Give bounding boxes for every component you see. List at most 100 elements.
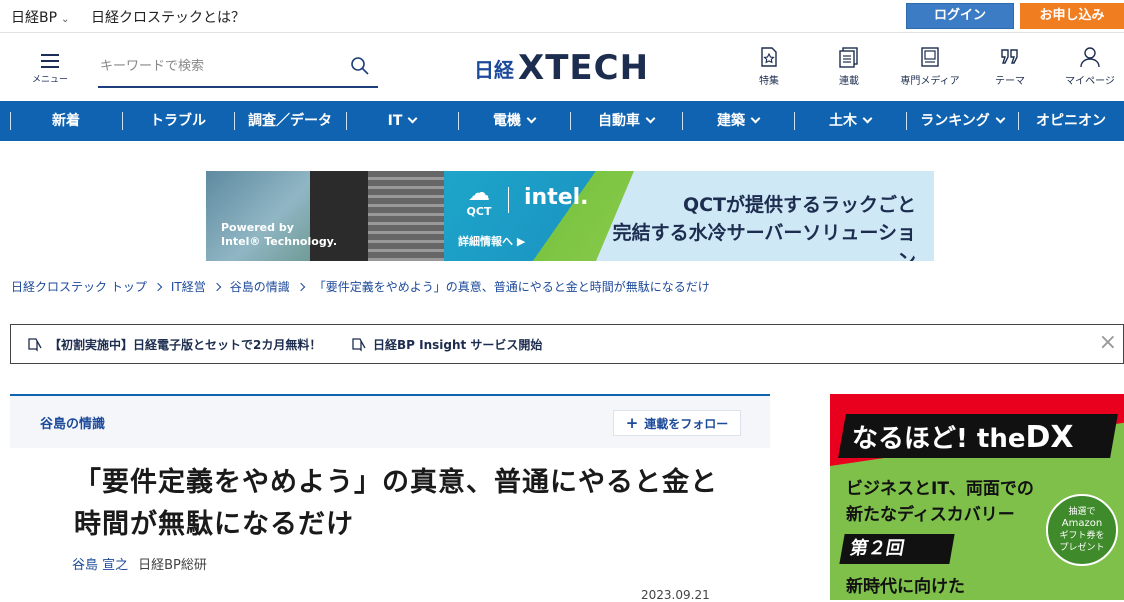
search-icon[interactable] — [350, 56, 370, 76]
breadcrumb-item[interactable]: 日経クロステック トップ — [11, 280, 147, 294]
header-nav-feature[interactable]: 特集 — [734, 46, 804, 87]
notice-bar: 【初割実施中】日経電子版とセットで2カ月無料！ 日経BP Insight サービ… — [10, 324, 1124, 364]
close-icon[interactable]: × — [1099, 331, 1117, 355]
author-org: 日経BP総研 — [138, 558, 207, 573]
nav-item-research[interactable]: 調査／データ — [234, 101, 346, 141]
ad-copy-line: ビジネスとIT、両面での — [846, 479, 1034, 499]
nav-item-label: 土木 — [829, 113, 857, 129]
ad-episode-label: 第２回 — [839, 534, 955, 564]
banner-copy-line: QCTが提供するラックごと — [682, 194, 916, 216]
header-nav-label: テーマ — [995, 76, 1025, 87]
breadcrumb: 日経クロステック トップ IT経営 谷島の情識 「要件定義をやめよう」の真意、普通にや… — [11, 278, 710, 295]
login-button[interactable]: ログイン — [906, 3, 1014, 29]
qct-label: QCT — [466, 205, 492, 218]
article-card: 谷島の情識 + 連載をフォロー 「要件定義をやめよう」の真意、普通にやると金と時間… — [10, 394, 770, 602]
chevron-down-icon — [526, 113, 537, 124]
nav-item-architecture[interactable]: 建築 — [682, 101, 794, 141]
chevron-down-icon — [750, 113, 761, 124]
notice-item[interactable]: 日経BP Insight サービス開始 — [351, 336, 542, 353]
breadcrumb-item[interactable]: 「要件定義をやめよう」の真意、普通にやると金と時間が無駄になるだけ — [314, 280, 710, 294]
nav-item-label: IT — [387, 113, 403, 129]
nav-item-civil[interactable]: 土木 — [794, 101, 906, 141]
cloud-icon: ☁ — [468, 181, 490, 206]
search-box — [98, 50, 378, 88]
quote-icon — [1001, 49, 1018, 64]
byline: 谷島 宣之 日経BP総研 — [72, 554, 207, 573]
logo-main: XTECH — [518, 48, 650, 88]
site-header: メニュー 日経 XTECH 特集 連載 — [0, 34, 1124, 100]
series-name[interactable]: 谷島の情識 — [40, 413, 105, 432]
header-nav-label: 特集 — [759, 76, 779, 87]
nav-item-it[interactable]: IT — [346, 101, 458, 141]
intel-logo: intel. — [524, 185, 589, 210]
chevron-right-icon — [212, 282, 221, 292]
ad-copy-line: 新時代に向けた — [846, 577, 965, 597]
search-input[interactable] — [98, 50, 338, 82]
document-icon — [839, 47, 858, 68]
nav-item-label: 建築 — [717, 113, 745, 129]
book-icon — [28, 338, 42, 352]
nav-item-label: 自動車 — [598, 113, 640, 129]
badge-line: 抽選で — [1068, 507, 1096, 517]
ad-brand-dx: DX — [1025, 420, 1074, 455]
ad-gift-badge: 抽選で Amazon ギフト券を プレゼント — [1046, 494, 1118, 566]
side-ad[interactable]: なるほど! theDX ビジネスとIT、両面での 新たなディスカバリー 抽選で … — [830, 394, 1124, 600]
header-nav-label: 専門メディア — [900, 76, 960, 87]
nav-item-automotive[interactable]: 自動車 — [570, 101, 682, 141]
follow-series-button[interactable]: + 連載をフォロー — [613, 410, 741, 436]
banner-powered-line: Intel® Technology. — [221, 235, 338, 248]
article-title: 「要件定義をやめよう」の真意、普通にやると金と時間が無駄になるだけ — [74, 467, 718, 540]
menu-label: メニュー — [31, 75, 68, 85]
header-nav-media[interactable]: 専門メディア — [895, 46, 965, 87]
header-nav-series[interactable]: 連載 — [814, 46, 884, 87]
nav-item-electronics[interactable]: 電機 — [458, 101, 570, 141]
breadcrumb-item[interactable]: 谷島の情識 — [230, 280, 290, 294]
nav-item-label: 電機 — [493, 113, 521, 129]
notice-text: 【初割実施中】日経電子版とセットで2カ月無料！ — [49, 338, 322, 352]
user-icon — [1080, 47, 1100, 68]
ad-copy-line: 新たなディスカバリー — [846, 505, 1015, 525]
nav-item-trouble[interactable]: トラブル — [122, 101, 234, 141]
author-link[interactable]: 谷島 宣之 — [72, 558, 128, 573]
ad-brand: なるほど! theDX — [852, 418, 1074, 455]
nav-item-label: 調査／データ — [248, 113, 332, 129]
hamburger-icon — [28, 52, 72, 68]
magazine-icon — [921, 47, 939, 67]
signup-button[interactable]: お申し込み — [1020, 3, 1124, 29]
nav-item-label: オピニオン — [1036, 113, 1106, 129]
notice-text: 日経BP Insight サービス開始 — [373, 338, 543, 352]
nikkei-bp-label: 日経BP — [11, 10, 58, 26]
chevron-down-icon — [995, 113, 1006, 124]
site-logo[interactable]: 日経 XTECH — [474, 48, 650, 88]
notice-item[interactable]: 【初割実施中】日経電子版とセットで2カ月無料！ — [27, 336, 321, 353]
server-rack-image — [368, 171, 444, 261]
about-link[interactable]: 日経クロステックとは？ — [91, 7, 245, 27]
header-nav-label: マイページ — [1065, 76, 1115, 87]
menu-button[interactable]: メニュー — [28, 52, 72, 85]
chevron-right-icon — [296, 282, 305, 292]
badge-line: ギフト券を — [1059, 531, 1105, 541]
banner-divider — [508, 187, 509, 213]
chevron-down-icon — [645, 113, 656, 124]
banner-more-link[interactable]: 詳細情報へ ▶ — [458, 233, 525, 249]
chevron-right-icon — [153, 282, 163, 292]
nav-item-ranking[interactable]: ランキング — [906, 101, 1018, 141]
breadcrumb-item[interactable]: IT経営 — [171, 280, 206, 294]
nav-item-label: 新着 — [52, 113, 80, 129]
chevron-down-icon — [407, 113, 418, 124]
header-nav-label: 連載 — [839, 76, 859, 87]
nav-item-opinion[interactable]: オピニオン — [1018, 101, 1124, 141]
badge-line: プレゼント — [1059, 543, 1105, 553]
badge-line: Amazon — [1061, 518, 1103, 529]
header-nav-mypage[interactable]: マイページ — [1055, 46, 1124, 87]
main-navigation: 新着 トラブル 調査／データ IT 電機 自動車 建築 土木 ランキング オピニ… — [0, 101, 1124, 141]
banner-ad[interactable]: Powered by Intel® Technology. ☁ QCT inte… — [206, 171, 934, 261]
banner-copy-line: 完結する水冷サーバーソリューション — [612, 222, 916, 261]
nikkei-bp-menu[interactable]: 日経BP ⌄ — [11, 7, 69, 27]
chevron-down-icon: ⌄ — [61, 14, 70, 25]
follow-label: 連載をフォロー — [644, 417, 729, 431]
star-page-icon — [761, 47, 777, 67]
banner-powered-line: Powered by — [221, 221, 294, 234]
header-nav-theme[interactable]: テーマ — [975, 46, 1045, 87]
nav-item-new[interactable]: 新着 — [10, 101, 122, 141]
